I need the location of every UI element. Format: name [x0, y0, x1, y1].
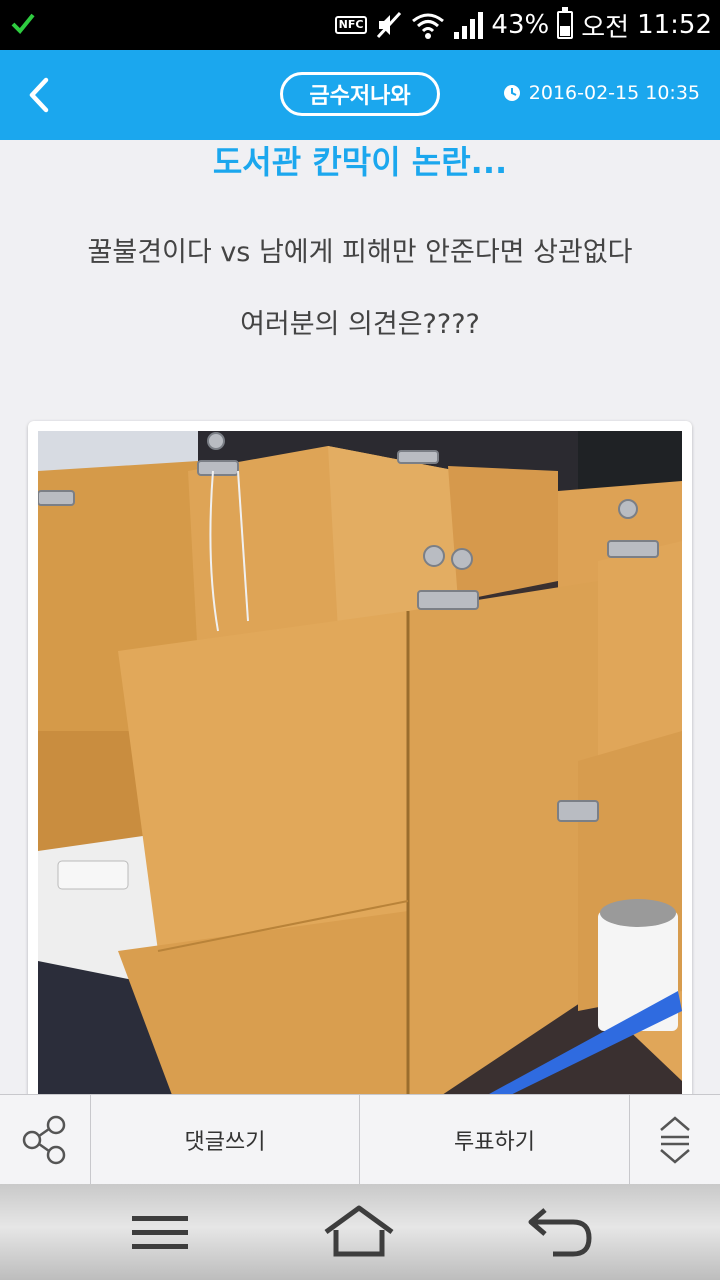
home-icon[interactable]: [322, 1202, 396, 1262]
share-icon: [22, 1115, 66, 1164]
signal-icon: [454, 12, 484, 39]
comment-button[interactable]: 댓글쓰기: [91, 1095, 359, 1184]
battery-icon: [557, 7, 574, 39]
back-nav-icon[interactable]: [525, 1202, 595, 1262]
share-button[interactable]: [0, 1095, 90, 1184]
scroll-toggle-button[interactable]: [630, 1095, 720, 1184]
ampm-label: 오전: [581, 12, 630, 43]
wifi-icon: [412, 13, 445, 39]
system-nav-bar: [0, 1184, 720, 1280]
vote-button[interactable]: 투표하기: [360, 1095, 629, 1184]
channel-button[interactable]: 금수저나와: [280, 72, 440, 116]
clock-icon: [503, 85, 520, 101]
post-timestamp: 2016-02-15 10:35: [503, 82, 700, 104]
post-body-line: 꿀불견이다 vs 남에게 피해만 안준다면 상관없다: [87, 237, 633, 268]
post-image-card: [28, 421, 692, 1111]
post-photo[interactable]: [38, 431, 682, 1111]
check-icon: [11, 13, 35, 34]
timestamp-text: 2016-02-15 10:35: [528, 82, 700, 104]
up-down-arrows-icon: [660, 1115, 690, 1164]
clock: 11:52: [637, 10, 712, 40]
nfc-icon: NFC: [334, 16, 368, 34]
battery-percent: 43%: [491, 10, 550, 40]
menu-icon[interactable]: [130, 1202, 190, 1262]
status-bar: NFC 43% 오전 11:52: [0, 0, 720, 50]
mute-icon: [377, 11, 402, 39]
post-title: 도서관 칸막이 논란...: [212, 143, 508, 181]
back-button[interactable]: [20, 74, 60, 116]
action-bar: 댓글쓰기 투표하기: [0, 1094, 720, 1184]
post-body-line: 여러분의 의견은????: [240, 309, 480, 340]
app-header: 금수저나와 2016-02-15 10:35: [0, 50, 720, 140]
